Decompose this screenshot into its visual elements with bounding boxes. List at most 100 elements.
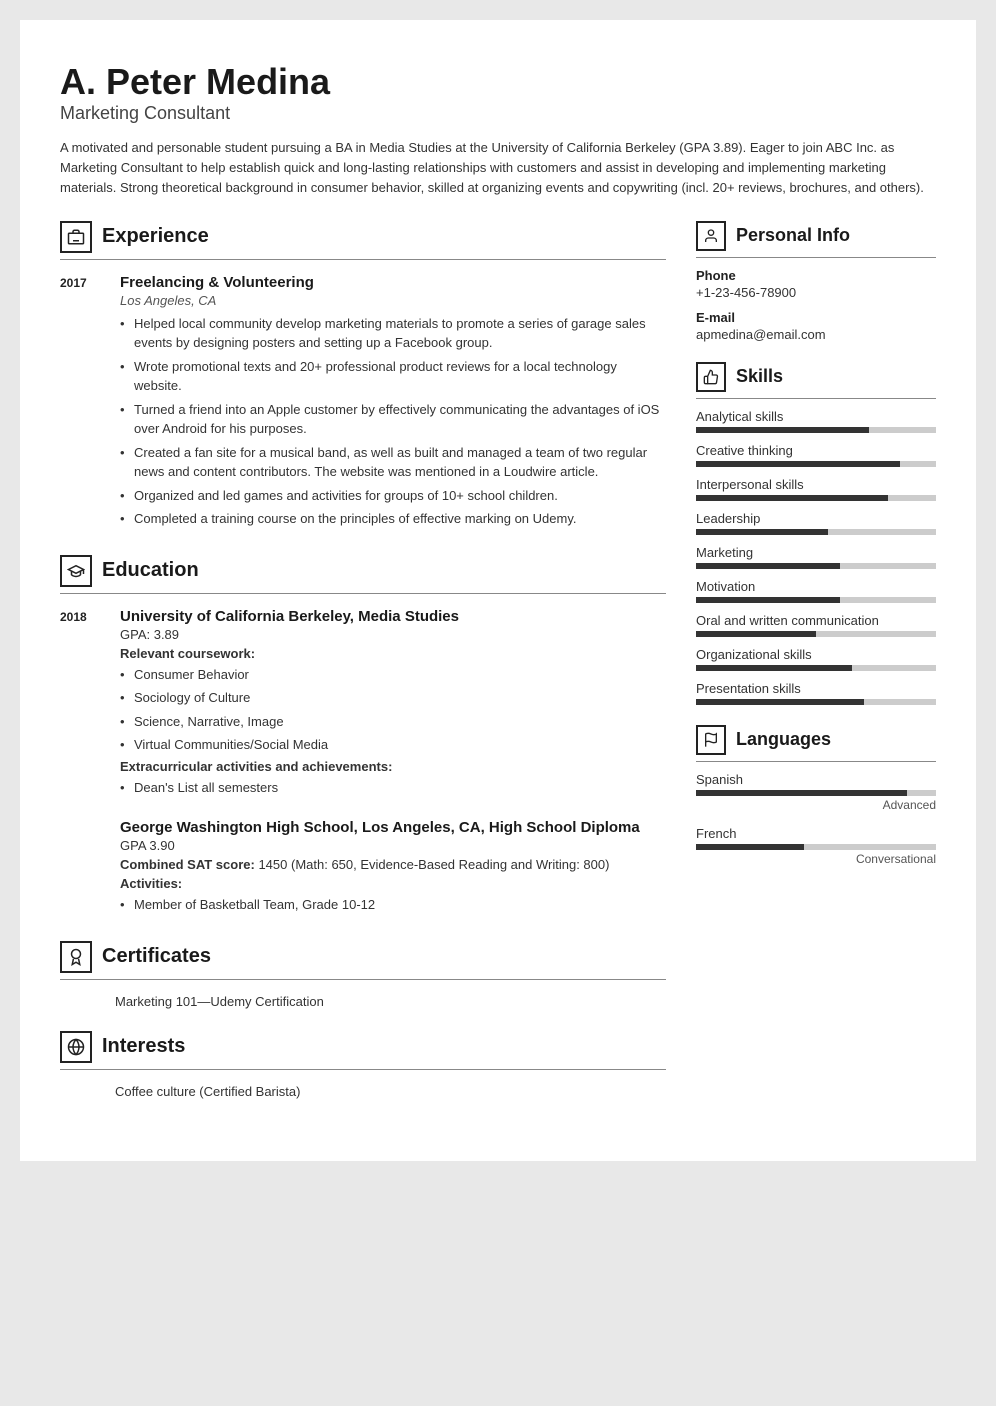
lang-name-0: Spanish [696,772,936,787]
exp-bullet-1: Helped local community develop marketing… [120,314,666,353]
edu-coursework-label: Relevant coursework: [120,646,666,661]
skill-bar-bg-0 [696,427,936,433]
skill-bar-fill-4 [696,563,840,569]
left-column: Experience 2017 Freelancing & Volunteeri… [60,221,666,1121]
exp-bullet-4: Created a fan site for a musical band, a… [120,443,666,482]
skill-bar-bg-8 [696,699,936,705]
lang-level-0: Advanced [696,798,936,812]
lang-item-0: Spanish Advanced [696,772,936,812]
extra-1: Dean's List all semesters [120,778,666,798]
edu-extra-label: Extracurricular activities and achieveme… [120,759,666,774]
interests-entry-1: Coffee culture (Certified Barista) [115,1084,666,1099]
edu-school-1: University of California Berkeley, Media… [120,608,666,625]
skill-bar-fill-7 [696,665,852,671]
skill-name-5: Motivation [696,579,936,594]
personal-info-title: Personal Info [736,225,850,246]
skill-name-8: Presentation skills [696,681,936,696]
skill-name-1: Creative thinking [696,443,936,458]
skill-name-6: Oral and written communication [696,613,936,628]
skills-icon [696,362,726,392]
certificates-title: Certificates [102,945,211,968]
lang-name-1: French [696,826,936,841]
experience-entry-1: 2017 Freelancing & Volunteering Los Ange… [60,274,666,533]
skill-name-2: Interpersonal skills [696,477,936,492]
skill-bar-bg-3 [696,529,936,535]
course-1: Consumer Behavior [120,665,666,685]
exp-bullet-5: Organized and led games and activities f… [120,486,666,506]
experience-job-title: Freelancing & Volunteering [120,274,666,291]
header: A. Peter Medina Marketing Consultant A m… [60,60,936,221]
personal-info-icon [696,221,726,251]
course-4: Virtual Communities/Social Media [120,735,666,755]
experience-title: Experience [102,225,209,248]
skill-bar-fill-2 [696,495,888,501]
skill-bar-fill-5 [696,597,840,603]
skills-title: Skills [736,366,783,387]
activity-1: Member of Basketball Team, Grade 10-12 [120,895,666,915]
lang-bar-bg-1 [696,844,936,850]
experience-icon [60,221,92,253]
experience-content: Freelancing & Volunteering Los Angeles, … [120,274,666,533]
edu-gpa-1: GPA: 3.89 [120,627,666,642]
education-header: Education [60,555,666,587]
languages-title: Languages [736,729,831,750]
lang-level-1: Conversational [696,852,936,866]
skills-list: Analytical skills Creative thinking Inte… [696,409,936,705]
skill-bar-bg-7 [696,665,936,671]
skill-bar-bg-5 [696,597,936,603]
languages-section: Languages Spanish Advanced French Conver… [696,725,936,866]
phone-label: Phone [696,268,936,283]
interests-section: Interests Coffee culture (Certified Bari… [60,1031,666,1099]
experience-year: 2017 [60,274,100,533]
skill-item-3: Leadership [696,511,936,535]
lang-item-1: French Conversational [696,826,936,866]
skill-bar-bg-6 [696,631,936,637]
course-2: Sociology of Culture [120,688,666,708]
header-summary: A motivated and personable student pursu… [60,138,936,198]
skill-name-4: Marketing [696,545,936,560]
edu-content-2: George Washington High School, Los Angel… [120,819,666,919]
skill-item-4: Marketing [696,545,936,569]
skill-bar-fill-1 [696,461,900,467]
interests-header: Interests [60,1031,666,1063]
lang-bar-bg-0 [696,790,936,796]
experience-bullets: Helped local community develop marketing… [120,314,666,529]
exp-bullet-3: Turned a friend into an Apple customer b… [120,400,666,439]
lang-bar-fill-0 [696,790,907,796]
skill-bar-bg-4 [696,563,936,569]
languages-header: Languages [696,725,936,755]
languages-icon [696,725,726,755]
resume-container: A. Peter Medina Marketing Consultant A m… [20,20,976,1161]
skill-item-5: Motivation [696,579,936,603]
exp-bullet-2: Wrote promotional texts and 20+ professi… [120,357,666,396]
interests-title: Interests [102,1035,185,1058]
edu-activities-label: Activities: [120,876,666,891]
certificates-icon [60,941,92,973]
skill-bar-fill-3 [696,529,828,535]
candidate-name: A. Peter Medina [60,60,936,103]
languages-list: Spanish Advanced French Conversational [696,772,936,866]
education-section: Education 2018 University of California … [60,555,666,919]
skill-item-6: Oral and written communication [696,613,936,637]
education-icon [60,555,92,587]
education-entry-2: George Washington High School, Los Angel… [60,819,666,919]
skill-bar-fill-6 [696,631,816,637]
skills-header: Skills [696,362,936,392]
right-column: Personal Info Phone +1-23-456-78900 E-ma… [696,221,936,1121]
email-label: E-mail [696,310,936,325]
skill-bar-fill-0 [696,427,869,433]
edu-activities-bullets: Member of Basketball Team, Grade 10-12 [120,895,666,915]
edu-school-2: George Washington High School, Los Angel… [120,819,666,836]
main-layout: Experience 2017 Freelancing & Volunteeri… [60,221,936,1121]
skills-section: Skills Analytical skills Creative thinki… [696,362,936,705]
skill-item-8: Presentation skills [696,681,936,705]
experience-header: Experience [60,221,666,253]
edu-content-1: University of California Berkeley, Media… [120,608,666,802]
edu-sat: Combined SAT score: 1450 (Math: 650, Evi… [120,857,666,872]
skill-bar-bg-2 [696,495,936,501]
skill-name-7: Organizational skills [696,647,936,662]
experience-location: Los Angeles, CA [120,293,666,308]
skill-bar-fill-8 [696,699,864,705]
course-3: Science, Narrative, Image [120,712,666,732]
edu-gpa-2: GPA 3.90 [120,838,666,853]
